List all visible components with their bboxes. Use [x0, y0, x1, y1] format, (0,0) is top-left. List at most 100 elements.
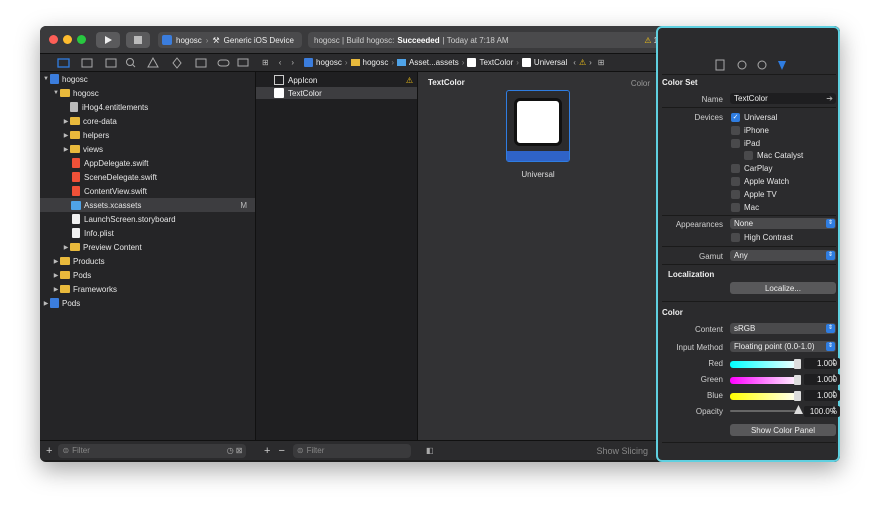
disclosure-closed-icon[interactable]: ▶: [62, 146, 70, 153]
opacity-stepper[interactable]: ▴ ▾: [831, 405, 837, 417]
tree-row[interactable]: ▶ Pods: [40, 296, 255, 310]
content-popup[interactable]: sRGB ⇕: [730, 323, 836, 334]
folder-icon: [60, 89, 70, 97]
ipad-checkbox[interactable]: [731, 139, 740, 148]
red-stepper[interactable]: ▴ ▾: [831, 357, 837, 369]
crumb-catalog[interactable]: Asset...assets: [409, 58, 459, 67]
input-method-popup[interactable]: Floating point (0.0-1.0) ⇕: [730, 341, 836, 352]
close-window-button[interactable]: [49, 35, 58, 44]
tree-row[interactable]: ▶ views: [40, 142, 255, 156]
project-icon: [304, 58, 314, 67]
disclosure-closed-icon[interactable]: ▶: [52, 258, 60, 265]
name-field[interactable]: TextColor ➔: [730, 93, 836, 104]
tree-row[interactable]: ▼ hogosc: [40, 72, 255, 86]
blue-slider-thumb[interactable]: [794, 391, 801, 401]
show-color-panel-button[interactable]: Show Color Panel: [730, 424, 836, 436]
tree-row[interactable]: ▶ core-data: [40, 114, 255, 128]
tree-row[interactable]: SceneDelegate.swift: [40, 170, 255, 184]
green-slider[interactable]: [730, 377, 800, 384]
navigator-filter-input[interactable]: ⊜ Filter ◷ ⊠: [58, 443, 247, 458]
asset-filter-input[interactable]: ⊜ Filter: [292, 443, 411, 458]
mac-catalyst-checkbox[interactable]: [744, 151, 753, 160]
show-slicing-button[interactable]: Show Slicing: [596, 446, 648, 456]
gamut-popup[interactable]: Any ⇕: [730, 250, 836, 261]
xcode-window: hogosc › ⚒ Generic iOS Device hogosc | B…: [40, 26, 840, 462]
green-slider-thumb[interactable]: [794, 375, 801, 385]
add-file-button[interactable]: +: [46, 445, 52, 457]
tree-row[interactable]: ▶ Frameworks: [40, 282, 255, 296]
asset-item[interactable]: AppIcon ⚠: [256, 74, 417, 86]
stop-icon: [134, 36, 142, 44]
crumb-project[interactable]: hogosc: [316, 58, 342, 67]
add-asset-button[interactable]: +: [264, 445, 270, 457]
tree-row[interactable]: ▼ hogosc: [40, 86, 255, 100]
forward-button[interactable]: ›: [291, 58, 294, 67]
crumb-universal[interactable]: Universal: [534, 58, 567, 67]
asset-item-selected[interactable]: TextColor: [256, 87, 417, 99]
mac-checkbox[interactable]: [731, 203, 740, 212]
tree-label: Frameworks: [73, 284, 118, 294]
red-slider[interactable]: [730, 361, 800, 368]
tree-row[interactable]: ▶ Products: [40, 254, 255, 268]
disclosure-closed-icon[interactable]: ▶: [62, 244, 70, 251]
grid-icon[interactable]: ⊞: [262, 58, 269, 67]
chevron-right-icon: ›: [205, 35, 209, 45]
zoom-window-button[interactable]: [77, 35, 86, 44]
tree-row[interactable]: AppDelegate.swift: [40, 156, 255, 170]
mac-catalyst-label: Mac Catalyst: [757, 151, 804, 160]
disclosure-closed-icon[interactable]: ▶: [42, 300, 50, 307]
outline-toggle-icon[interactable]: ◧: [426, 446, 434, 455]
tree-row[interactable]: iHog4.entitlements: [40, 100, 255, 114]
scm-filter-icon[interactable]: ⊠: [236, 446, 243, 455]
localize-button[interactable]: Localize...: [730, 282, 836, 294]
asset-label: AppIcon: [288, 75, 318, 85]
disclosure-closed-icon[interactable]: ▶: [52, 286, 60, 293]
recent-files-icon[interactable]: ◷: [227, 446, 234, 455]
apple-tv-checkbox[interactable]: [731, 190, 740, 199]
minimize-window-button[interactable]: [63, 35, 72, 44]
disclosure-closed-icon[interactable]: ▶: [52, 272, 60, 279]
back-button[interactable]: ‹: [279, 58, 282, 67]
remove-asset-button[interactable]: −: [278, 445, 284, 457]
red-slider-thumb[interactable]: [794, 359, 801, 369]
tree-label: core-data: [83, 116, 117, 126]
crumb-group[interactable]: hogosc: [363, 58, 389, 67]
opacity-slider[interactable]: [730, 410, 800, 412]
scheme-selector[interactable]: hogosc › ⚒ Generic iOS Device: [158, 32, 302, 48]
apple-watch-checkbox[interactable]: [731, 177, 740, 186]
app-icon: [162, 35, 172, 45]
tree-row[interactable]: ▶ Pods: [40, 268, 255, 282]
tree-row-selected[interactable]: Assets.xcassets M: [40, 198, 255, 212]
tree-label: Pods: [73, 270, 92, 280]
disclosure-closed-icon[interactable]: ▶: [62, 132, 70, 139]
warning-icon[interactable]: ⚠: [579, 58, 586, 67]
warning-icon[interactable]: ⚠: [644, 36, 651, 45]
tree-row[interactable]: ContentView.swift: [40, 184, 255, 198]
blue-stepper[interactable]: ▴ ▾: [831, 389, 837, 401]
opacity-slider-thumb[interactable]: [794, 405, 803, 414]
crumb-color-set[interactable]: TextColor: [479, 58, 513, 67]
appearances-popup[interactable]: None ⇕: [730, 218, 836, 229]
tree-row[interactable]: ▶ helpers: [40, 128, 255, 142]
carplay-checkbox[interactable]: [731, 164, 740, 173]
iphone-checkbox[interactable]: [731, 126, 740, 135]
tree-row[interactable]: LaunchScreen.storyboard: [40, 212, 255, 226]
tree-row[interactable]: ▶ Preview Content: [40, 240, 255, 254]
app-icon-set-icon: [274, 75, 284, 85]
disclosure-closed-icon[interactable]: ▶: [62, 118, 70, 125]
disclosure-open-icon[interactable]: ▼: [52, 90, 60, 96]
activity-time: | Today at 7:18 AM: [442, 35, 509, 45]
green-stepper[interactable]: ▴ ▾: [831, 373, 837, 385]
stop-button[interactable]: [126, 32, 150, 48]
blue-slider[interactable]: [730, 393, 800, 400]
arrow-right-circle-icon: ➔: [826, 94, 833, 103]
next-issue-button[interactable]: ›: [589, 58, 592, 67]
color-swatch-well[interactable]: [506, 90, 570, 162]
previous-issue-button[interactable]: ‹: [573, 58, 576, 67]
add-editor-icon[interactable]: ⊞: [598, 58, 605, 67]
tree-row[interactable]: Info.plist: [40, 226, 255, 240]
run-button[interactable]: [96, 32, 120, 48]
high-contrast-checkbox[interactable]: [731, 233, 740, 242]
universal-checkbox[interactable]: ✓: [731, 113, 740, 122]
disclosure-open-icon[interactable]: ▼: [42, 76, 50, 82]
